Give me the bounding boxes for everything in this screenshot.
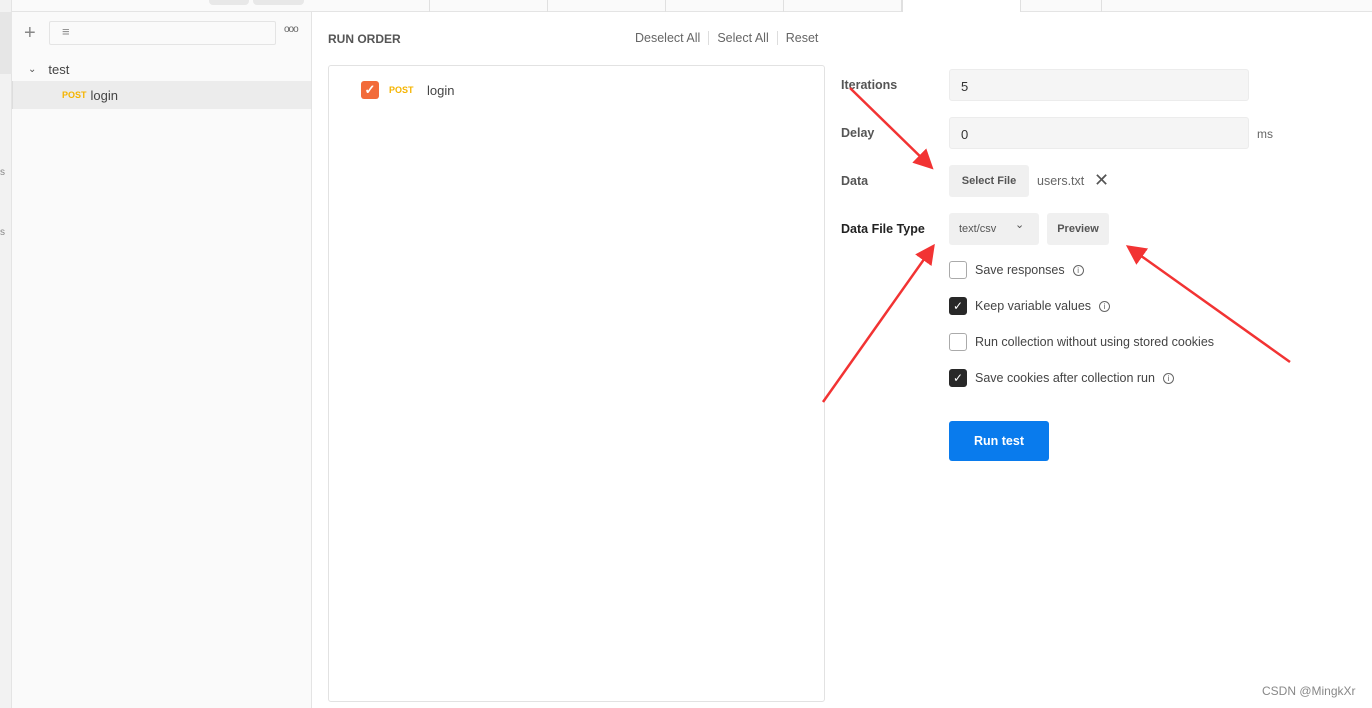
watermark: CSDN @MingkXr — [1262, 684, 1356, 698]
data-label: Data — [841, 174, 869, 188]
file-type-select[interactable]: text/csv ⌄ — [949, 213, 1039, 245]
tab-active[interactable] — [902, 0, 1021, 12]
request-name: login — [90, 87, 118, 103]
tab[interactable] — [548, 0, 666, 12]
checkbox[interactable]: ✓ — [949, 297, 967, 315]
run-button[interactable]: Run test — [949, 421, 1049, 461]
toolbar-button[interactable] — [253, 0, 304, 5]
option-save-cookies[interactable]: ✓ Save cookies after collection run i — [949, 369, 1174, 387]
reset-link[interactable]: Reset — [778, 31, 827, 45]
delay-input[interactable]: 0 — [949, 117, 1249, 149]
delay-unit: ms — [1257, 127, 1273, 141]
request-name: login — [427, 83, 455, 98]
tab[interactable] — [312, 0, 430, 12]
chevron-down-icon: ⌄ — [28, 63, 37, 75]
request-login[interactable]: POST login — [12, 81, 311, 109]
tab[interactable] — [1021, 0, 1102, 12]
left-nav-strip — [0, 0, 12, 708]
method-badge: POST — [389, 85, 414, 95]
file-name: users.txt — [1037, 174, 1085, 188]
annotation-arrow — [821, 243, 935, 403]
method-badge: POST — [62, 90, 87, 100]
folder-test[interactable]: ⌄ test — [12, 58, 311, 80]
iterations-input[interactable]: 5 — [949, 69, 1249, 101]
nav-label-fragment: s — [0, 227, 5, 238]
checkbox[interactable] — [949, 333, 967, 351]
option-label: Save cookies after collection run — [975, 371, 1155, 385]
select-file-button[interactable]: Select File — [949, 165, 1029, 197]
option-save-responses[interactable]: Save responses i — [949, 261, 1084, 279]
option-keep-variable-values[interactable]: ✓ Keep variable values i — [949, 297, 1111, 315]
chevron-down-icon: ⌄ — [1015, 219, 1025, 231]
option-label: Run collection without using stored cook… — [975, 335, 1215, 349]
delay-label: Delay — [841, 126, 875, 140]
add-icon[interactable]: + — [24, 22, 36, 45]
more-options-icon[interactable]: ooo — [284, 24, 299, 35]
filter-icon: ≡ — [62, 24, 70, 39]
file-type-value: text/csv — [959, 223, 997, 235]
tab[interactable] — [430, 0, 548, 12]
deselect-all-link[interactable]: Deselect All — [635, 31, 710, 45]
nav-label-fragment: s — [0, 167, 5, 178]
close-icon[interactable]: ✕ — [1094, 170, 1109, 191]
checkbox[interactable]: ✓ — [949, 369, 967, 387]
info-icon[interactable]: i — [1162, 372, 1174, 384]
checkbox[interactable] — [949, 261, 967, 279]
info-icon[interactable]: i — [1099, 300, 1111, 312]
option-label: Keep variable values — [975, 299, 1092, 313]
toolbar-button[interactable] — [209, 0, 249, 5]
option-no-stored-cookies[interactable]: Run collection without using stored cook… — [949, 333, 1214, 351]
tab[interactable] — [666, 0, 784, 12]
tab[interactable] — [784, 0, 902, 12]
data-file-type-label: Data File Type — [841, 222, 925, 236]
run-order-list — [328, 65, 825, 702]
request-checkbox[interactable]: ✓ — [361, 81, 379, 99]
filter-input[interactable]: ≡ — [49, 21, 276, 45]
folder-name: test — [48, 61, 70, 77]
option-label: Save responses — [975, 263, 1065, 277]
iterations-label: Iterations — [841, 78, 898, 92]
info-icon[interactable]: i — [1072, 264, 1084, 276]
select-all-link[interactable]: Select All — [709, 31, 778, 45]
run-order-title: RUN ORDER — [328, 32, 401, 46]
preview-button[interactable]: Preview — [1047, 213, 1109, 245]
